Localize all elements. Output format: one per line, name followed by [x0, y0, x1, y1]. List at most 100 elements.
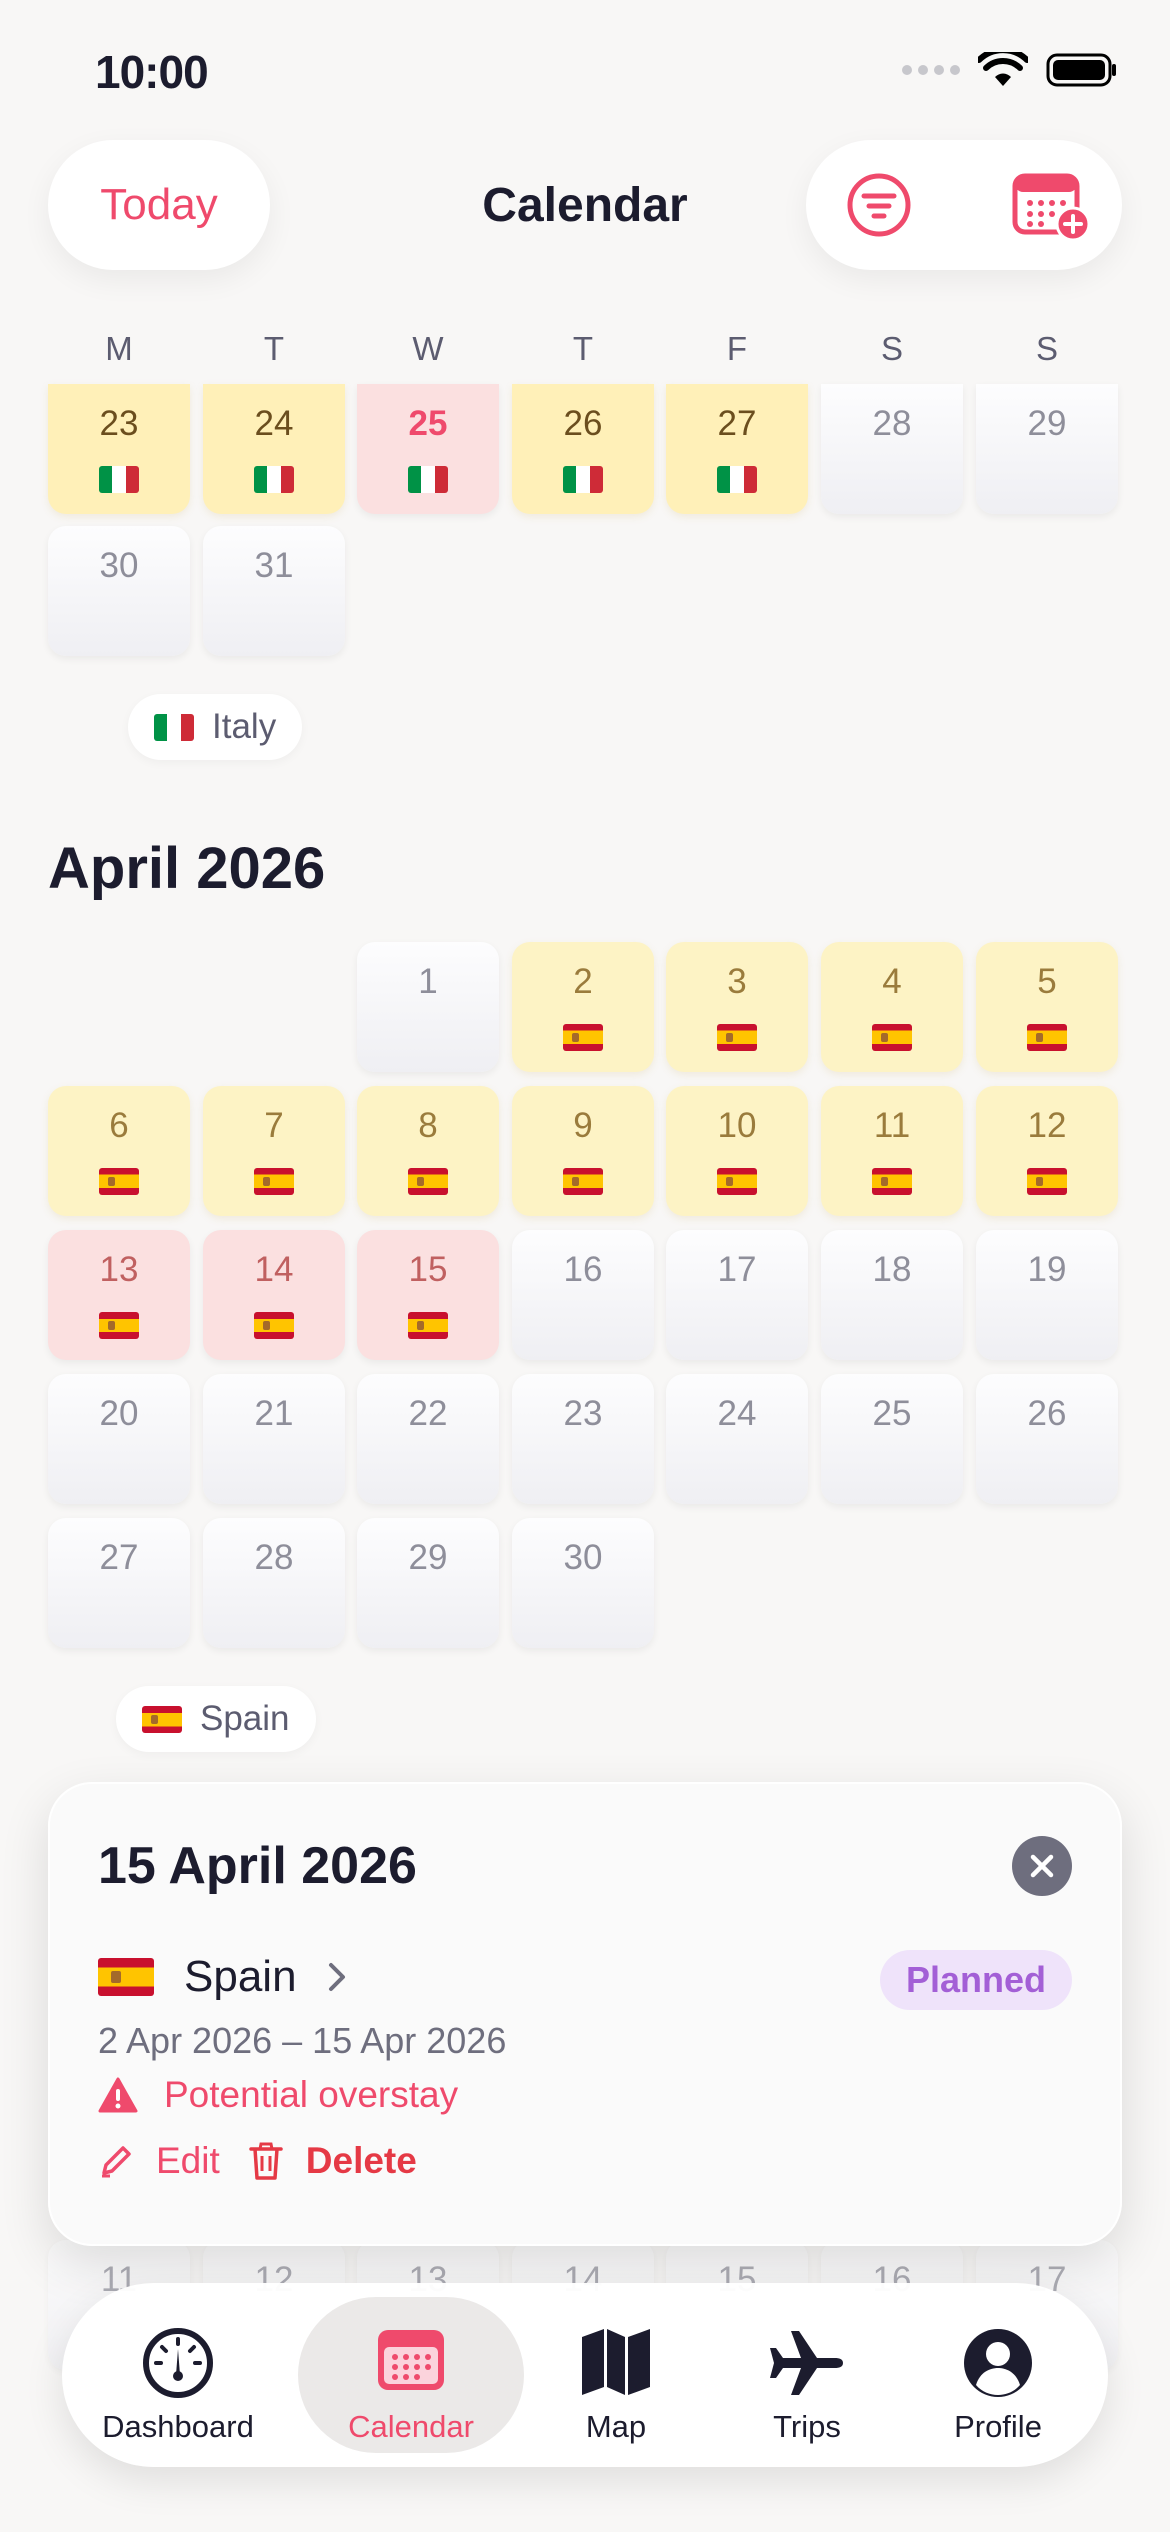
- italy-flag-icon: [254, 466, 294, 493]
- calendar-day[interactable]: 24: [203, 384, 345, 514]
- day-number: 25: [408, 404, 448, 443]
- calendar-day[interactable]: 13: [48, 1230, 190, 1360]
- tab-profile[interactable]: Profile: [910, 2297, 1086, 2453]
- day-number: 1: [418, 962, 438, 1001]
- calendar-day[interactable]: 11: [821, 1086, 963, 1216]
- calendar-day[interactable]: 3: [666, 942, 808, 1072]
- card-actions: Edit Delete: [98, 2140, 417, 2182]
- status-time: 10:00: [95, 46, 209, 98]
- calendar-day[interactable]: 19: [976, 1230, 1118, 1360]
- day-number: 11: [873, 1106, 911, 1145]
- calendar-day[interactable]: 4: [821, 942, 963, 1072]
- calendar-day[interactable]: 8: [357, 1086, 499, 1216]
- calendar-day[interactable]: 15: [357, 1230, 499, 1360]
- header-actions: [806, 140, 1122, 270]
- weekday-label: W: [412, 330, 444, 367]
- delete-button[interactable]: Delete: [248, 2140, 417, 2182]
- day-number: 23: [99, 404, 139, 443]
- calendar-day[interactable]: 22: [357, 1374, 499, 1504]
- close-button[interactable]: [1012, 1836, 1072, 1896]
- delete-label: Delete: [305, 2140, 417, 2181]
- calendar-day[interactable]: 9: [512, 1086, 654, 1216]
- weekday-label: T: [572, 330, 594, 367]
- calendar-add-icon[interactable]: [1012, 170, 1092, 242]
- calendar-day[interactable]: 24: [666, 1374, 808, 1504]
- calendar-day[interactable]: 17: [666, 1230, 808, 1360]
- calendar-day[interactable]: 21: [203, 1374, 345, 1504]
- weekday-label: S: [1035, 330, 1058, 367]
- calendar-day[interactable]: 7: [203, 1086, 345, 1216]
- day-number: 19: [1027, 1250, 1067, 1289]
- spain-flag-icon: [99, 1168, 139, 1195]
- day-number: 30: [563, 1538, 603, 1577]
- day-number: 2: [573, 962, 593, 1001]
- tab-map[interactable]: Map: [538, 2297, 694, 2453]
- calendar-day[interactable]: 29: [357, 1518, 499, 1648]
- day-number: 23: [563, 1394, 603, 1433]
- legend-spain[interactable]: Spain: [116, 1686, 316, 1752]
- tab-calendar[interactable]: Calendar: [298, 2297, 524, 2453]
- weekday-label: F: [726, 330, 748, 367]
- calendar-day[interactable]: 30: [48, 526, 190, 656]
- day-number: 16: [563, 1250, 603, 1289]
- calendar-day[interactable]: 27: [48, 1518, 190, 1648]
- calendar-day[interactable]: 23: [48, 384, 190, 514]
- spain-flag-icon: [408, 1312, 448, 1339]
- weekday-header: MTWTFSS: [48, 330, 1122, 390]
- day-number: 9: [573, 1106, 593, 1145]
- calendar-day[interactable]: 28: [821, 384, 963, 514]
- spain-flag-icon: [1027, 1168, 1067, 1195]
- calendar-day[interactable]: 14: [203, 1230, 345, 1360]
- trip-date-range: 2 Apr 2026 – 15 Apr 2026: [98, 2020, 507, 2061]
- day-number: 26: [563, 404, 603, 443]
- weekday-label: M: [105, 330, 133, 367]
- legend-italy[interactable]: Italy: [128, 694, 303, 760]
- warning-text: Potential overstay: [164, 2074, 459, 2115]
- calendar-day[interactable]: 1: [357, 942, 499, 1072]
- italy-flag-icon: [154, 713, 194, 741]
- day-number: 24: [717, 1394, 757, 1433]
- edit-button[interactable]: Edit: [98, 2140, 220, 2182]
- calendar-day[interactable]: 27: [666, 384, 808, 514]
- calendar-day[interactable]: 12: [976, 1086, 1118, 1216]
- tab-label: Profile: [954, 2409, 1042, 2444]
- country-link[interactable]: Spain: [98, 1952, 347, 2002]
- day-number: 27: [99, 1538, 139, 1577]
- calendar-day[interactable]: 25: [821, 1374, 963, 1504]
- day-number: 22: [408, 1394, 448, 1433]
- tab-trips[interactable]: Trips: [714, 2297, 900, 2453]
- calendar-day[interactable]: 29: [976, 384, 1118, 514]
- cellular-signal-icon: [902, 65, 960, 75]
- calendar-day[interactable]: 6: [48, 1086, 190, 1216]
- calendar-day[interactable]: 26: [976, 1374, 1118, 1504]
- italy-flag-icon: [99, 466, 139, 493]
- calendar-day[interactable]: 16: [512, 1230, 654, 1360]
- calendar-day[interactable]: 23: [512, 1374, 654, 1504]
- calendar-day[interactable]: 5: [976, 942, 1118, 1072]
- calendar-day[interactable]: 31: [203, 526, 345, 656]
- spain-flag-icon: [254, 1312, 294, 1339]
- month-title: April 2026: [48, 836, 326, 901]
- weekday-label: S: [880, 330, 903, 367]
- filter-icon[interactable]: [846, 172, 912, 238]
- calendar-day[interactable]: 28: [203, 1518, 345, 1648]
- calendar-day[interactable]: 2: [512, 942, 654, 1072]
- country-name: Spain: [184, 1952, 297, 2001]
- day-number: 26: [1027, 1394, 1067, 1433]
- calendar-day[interactable]: 10: [666, 1086, 808, 1216]
- tab-label: Calendar: [348, 2409, 474, 2444]
- calendar-day[interactable]: 25: [357, 384, 499, 514]
- tab-dashboard[interactable]: Dashboard: [80, 2297, 276, 2453]
- tab-label: Dashboard: [102, 2409, 254, 2444]
- calendar-day[interactable]: 26: [512, 384, 654, 514]
- detail-date: 15 April 2026: [98, 1837, 417, 1895]
- calendar-day[interactable]: 18: [821, 1230, 963, 1360]
- weekday-label: T: [263, 330, 285, 367]
- calendar-day[interactable]: 20: [48, 1374, 190, 1504]
- calendar-day[interactable]: 30: [512, 1518, 654, 1648]
- warning-icon: [98, 2077, 138, 2113]
- day-detail-card: 15 April 2026 Spain Planned 2 Apr 2026 –…: [48, 1782, 1122, 2246]
- day-number: 13: [99, 1250, 139, 1289]
- spain-flag-icon: [717, 1168, 757, 1195]
- day-number: 6: [109, 1106, 129, 1145]
